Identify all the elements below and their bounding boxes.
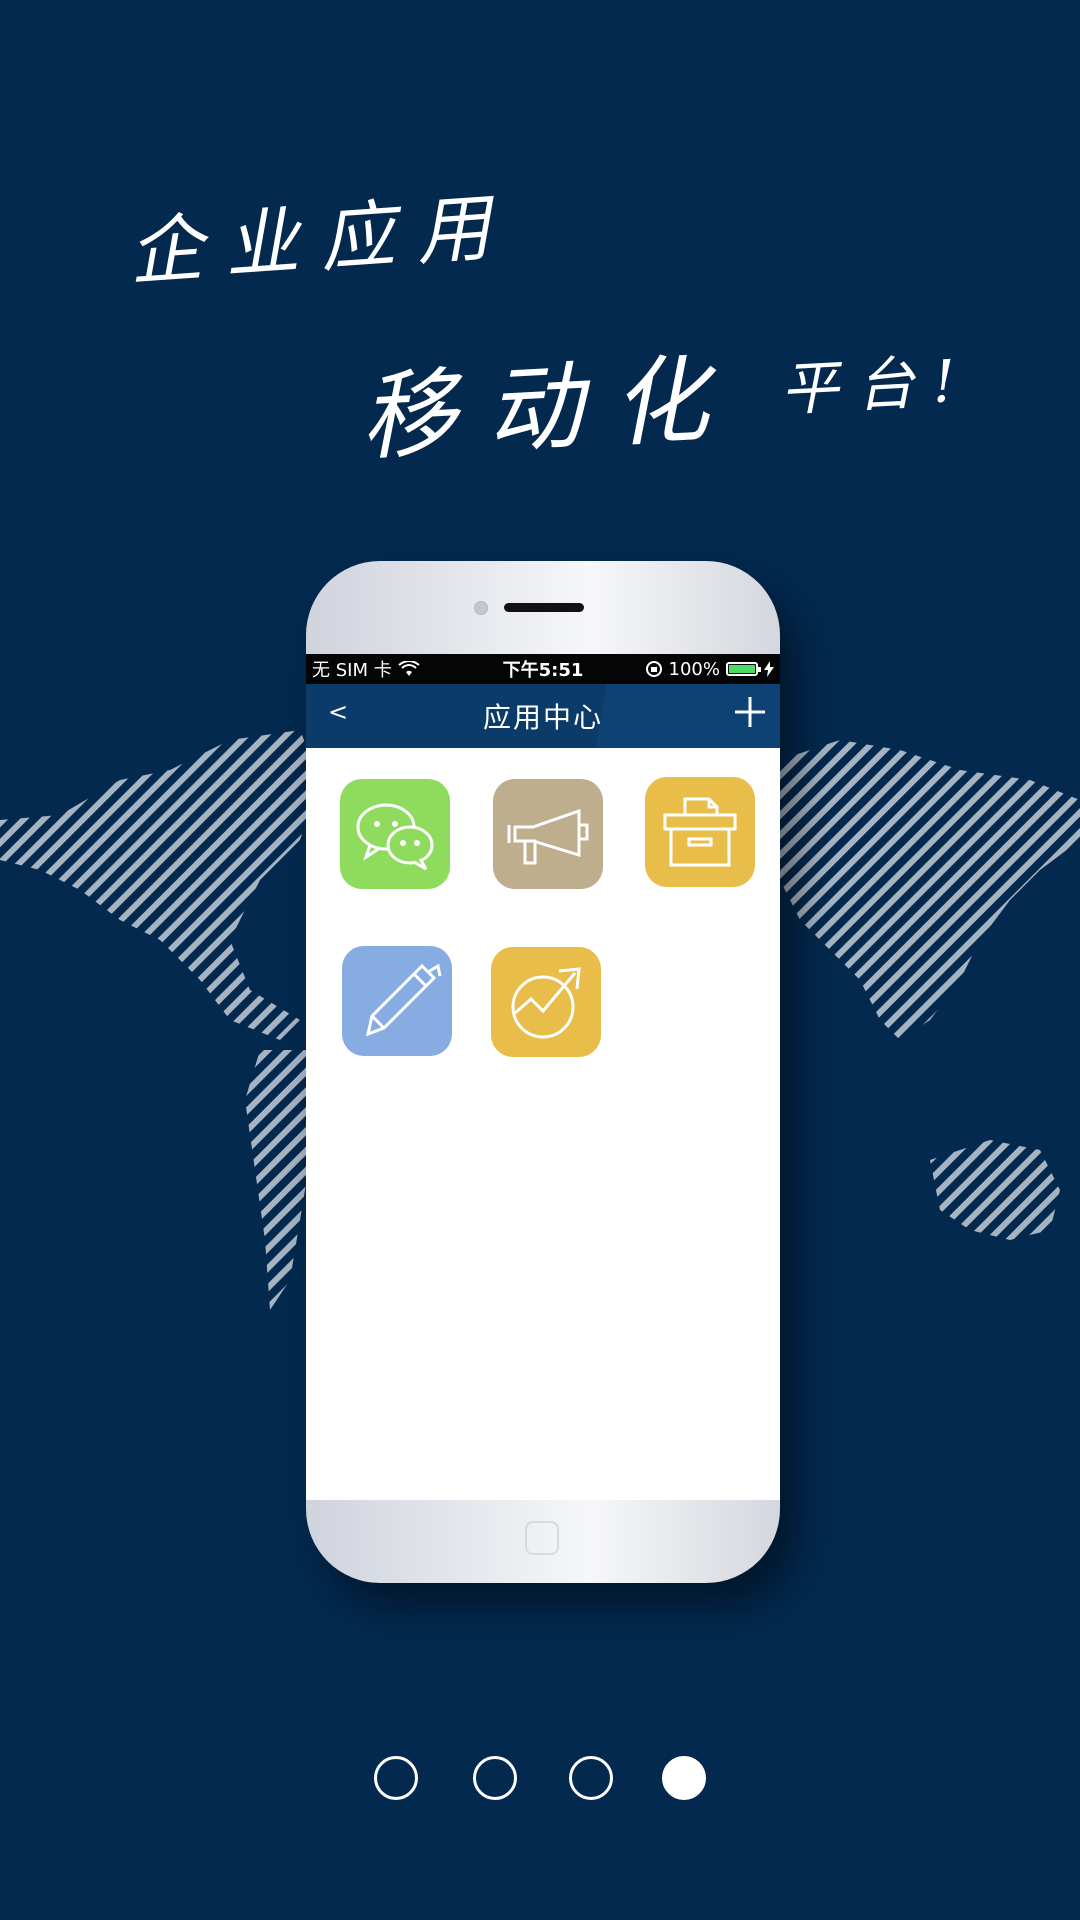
phone-speaker (504, 603, 584, 612)
pagination-dots (0, 1756, 1080, 1800)
slogan-line-3: 平台! (778, 345, 976, 425)
page-dot-2[interactable] (473, 1756, 517, 1800)
megaphone-icon (507, 808, 589, 865)
charging-icon (764, 661, 774, 677)
home-button[interactable] (525, 1521, 559, 1555)
battery-icon (726, 662, 761, 676)
wechat-icon (356, 803, 434, 871)
page-dot-1[interactable] (374, 1756, 418, 1800)
slogan-line-1: 企业应用 (125, 183, 515, 297)
app-growth[interactable] (491, 947, 601, 1057)
archive-box-icon (663, 797, 737, 867)
app-announcement[interactable] (493, 779, 603, 889)
page-title: 应用中心 (482, 701, 603, 734)
app-wechat[interactable] (340, 779, 450, 889)
nav-bar: < 应用中心 (306, 684, 780, 748)
slogan-line-2: 移动化 (357, 342, 742, 474)
pen-icon (365, 963, 442, 1037)
growth-chart-icon (511, 967, 581, 1039)
phone-mockup: 无 SIM 卡 下午5:51 100% < 应用中心 (306, 561, 780, 1583)
status-bar: 无 SIM 卡 下午5:51 100% (306, 654, 780, 684)
app-archive[interactable] (645, 777, 755, 887)
phone-camera (474, 601, 488, 615)
app-notes[interactable] (342, 946, 452, 1056)
page-dot-4[interactable] (662, 1756, 706, 1800)
page-dot-3[interactable] (569, 1756, 613, 1800)
battery-percent: 100% (668, 658, 720, 680)
phone-screen: 无 SIM 卡 下午5:51 100% < 应用中心 (306, 654, 780, 1500)
add-icon[interactable] (730, 692, 770, 732)
rotation-lock-icon (645, 661, 662, 677)
